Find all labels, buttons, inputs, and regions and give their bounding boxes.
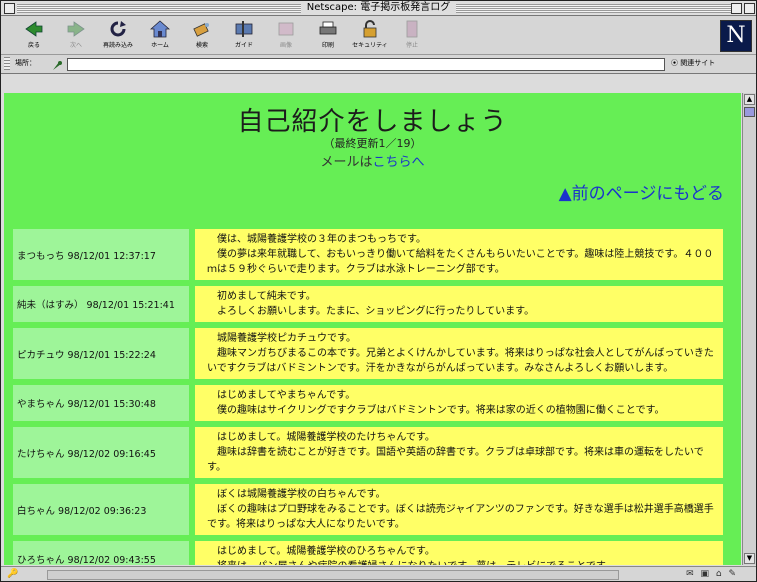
guide-button[interactable]: ガイド bbox=[225, 18, 263, 52]
back-arrow-icon bbox=[24, 20, 44, 38]
scroll-thumb[interactable] bbox=[744, 107, 755, 117]
window-title: Netscape: 電子掲示板発言ログ bbox=[300, 2, 457, 13]
post-message: 僕は、城陽養護学校の３年のまつもっちです。 僕の夢は来年就職して、おもいっきり働… bbox=[195, 229, 723, 280]
post-message: ぼくは城陽養護学校の白ちゃんです。 ぼくの趣味はプロ野球をみることです。ぼくは読… bbox=[195, 484, 723, 535]
post-author-date: 純未（はすみ） 98/12/01 15:21:41 bbox=[13, 286, 189, 322]
post-author-date: たけちゃん 98/12/02 09:16:45 bbox=[13, 427, 189, 478]
mail-line: メールはこちらへ bbox=[4, 151, 741, 170]
component-bar[interactable]: ✉ ▣ ⌂ ✎ bbox=[686, 569, 738, 579]
page-title: 自己紹介をしましょう bbox=[237, 107, 508, 137]
forward-arrow-icon bbox=[66, 20, 86, 38]
post-message: はじめましてやまちゃんです。 僕の趣味はサイクリングですクラブはバドミントンです… bbox=[195, 385, 723, 421]
post-row: ピカチュウ 98/12/01 15:22:24 城陽養護学校ピカチュウです。 趣… bbox=[13, 328, 723, 379]
images-button[interactable]: 画像 bbox=[267, 18, 305, 52]
search-button[interactable]: 検索 bbox=[183, 18, 221, 52]
mail-link[interactable]: こちらへ bbox=[373, 155, 425, 170]
home-icon bbox=[149, 20, 171, 38]
post-message: はじめまして。城陽養護学校のひろちゃんです。 将来は、パン屋さんや病院の看護婦さ… bbox=[195, 541, 723, 565]
post-message: 初めまして純未です。 よろしくお願いします。たまに、ショッピングに行ったりしてい… bbox=[195, 286, 723, 322]
post-author-date: まつもっち 98/12/01 12:37:17 bbox=[13, 229, 189, 280]
netscape-logo[interactable]: N bbox=[720, 20, 752, 52]
security-button[interactable]: セキュリティ bbox=[351, 18, 389, 52]
post-row: 純未（はすみ） 98/12/01 15:21:41 初めまして純未です。 よろし… bbox=[13, 286, 723, 322]
post-author-date: 白ちゃん 98/12/02 09:36:23 bbox=[13, 484, 189, 535]
post-row: やまちゃん 98/12/01 15:30:48 はじめましてやまちゃんです。 僕… bbox=[13, 385, 723, 421]
security-lock-icon bbox=[360, 20, 380, 38]
mail-prefix: メールは bbox=[320, 155, 373, 170]
images-icon bbox=[276, 20, 296, 38]
scroll-up-button[interactable]: ▲ bbox=[744, 94, 755, 105]
post-row: たけちゃん 98/12/02 09:16:45 はじめまして。城陽養護学校のたけ… bbox=[13, 427, 723, 478]
page-proxy-icon[interactable] bbox=[51, 57, 63, 76]
stop-button[interactable]: 停止 bbox=[393, 18, 431, 52]
location-input[interactable] bbox=[67, 58, 665, 71]
related-sites-button[interactable]: ⦿ 関連サイト bbox=[671, 58, 715, 68]
print-icon bbox=[318, 20, 338, 38]
vertical-scrollbar[interactable]: ▲ ▼ bbox=[742, 93, 756, 565]
reload-icon bbox=[108, 20, 128, 38]
post-row: まつもっち 98/12/01 12:37:17 僕は、城陽養護学校の３年のまつも… bbox=[13, 229, 723, 280]
post-list: まつもっち 98/12/01 12:37:17 僕は、城陽養護学校の３年のまつも… bbox=[13, 229, 723, 565]
post-author-date: ピカチュウ 98/12/01 15:22:24 bbox=[13, 328, 189, 379]
location-bar-grip[interactable] bbox=[4, 57, 10, 70]
forward-button[interactable]: 次へ bbox=[57, 18, 95, 52]
navigation-toolbar: 戻る 次へ 再読み込み ホーム 検索 ガイド 画像 印刷 セキュリティ 停止 N bbox=[1, 16, 756, 55]
post-message: はじめまして。城陽養護学校のたけちゃんです。 趣味は辞書を読むことが好きです。国… bbox=[195, 427, 723, 478]
security-status-icon[interactable]: 🔑 bbox=[7, 569, 18, 579]
post-message: 城陽養護学校ピカチュウです。 趣味マンガちびまるこの本です。兄弟とよくけんかして… bbox=[195, 328, 723, 379]
title-bar[interactable]: Netscape: 電子掲示板発言ログ bbox=[1, 1, 756, 16]
status-bar: 🔑 ✉ ▣ ⌂ ✎ bbox=[1, 566, 756, 581]
reload-button[interactable]: 再読み込み bbox=[99, 18, 137, 52]
back-button[interactable]: 戻る bbox=[15, 18, 53, 52]
stop-icon bbox=[402, 20, 422, 38]
post-row: 白ちゃん 98/12/02 09:36:23 ぼくは城陽養護学校の白ちゃんです。… bbox=[13, 484, 723, 535]
location-bar: 場所： ⦿ 関連サイト bbox=[1, 55, 756, 74]
page-content: 自己紹介をしましょう （最終更新1／19） メールはこちらへ ▲前のページにもど… bbox=[4, 93, 741, 565]
back-to-previous-link[interactable]: ▲前のページにもどる bbox=[559, 179, 724, 204]
post-author-date: ひろちゃん 98/12/02 09:43:55 bbox=[13, 541, 189, 565]
guide-icon bbox=[234, 20, 254, 38]
horizontal-scrollbar[interactable] bbox=[47, 570, 619, 580]
post-row: ひろちゃん 98/12/02 09:43:55 はじめまして。城陽養護学校のひろ… bbox=[13, 541, 723, 565]
location-label: 場所： bbox=[15, 59, 36, 67]
post-author-date: やまちゃん 98/12/01 15:30:48 bbox=[13, 385, 189, 421]
related-sites-icon: ⦿ bbox=[671, 59, 678, 67]
collapse-box[interactable] bbox=[744, 3, 755, 14]
zoom-box[interactable] bbox=[731, 3, 742, 14]
home-button[interactable]: ホーム bbox=[141, 18, 179, 52]
scroll-down-button[interactable]: ▼ bbox=[744, 553, 755, 564]
last-updated: （最終更新1／19） bbox=[323, 137, 422, 150]
search-icon bbox=[192, 20, 212, 38]
print-button[interactable]: 印刷 bbox=[309, 18, 347, 52]
browser-window: Netscape: 電子掲示板発言ログ 戻る 次へ 再読み込み ホーム 検索 ガ… bbox=[0, 0, 757, 582]
